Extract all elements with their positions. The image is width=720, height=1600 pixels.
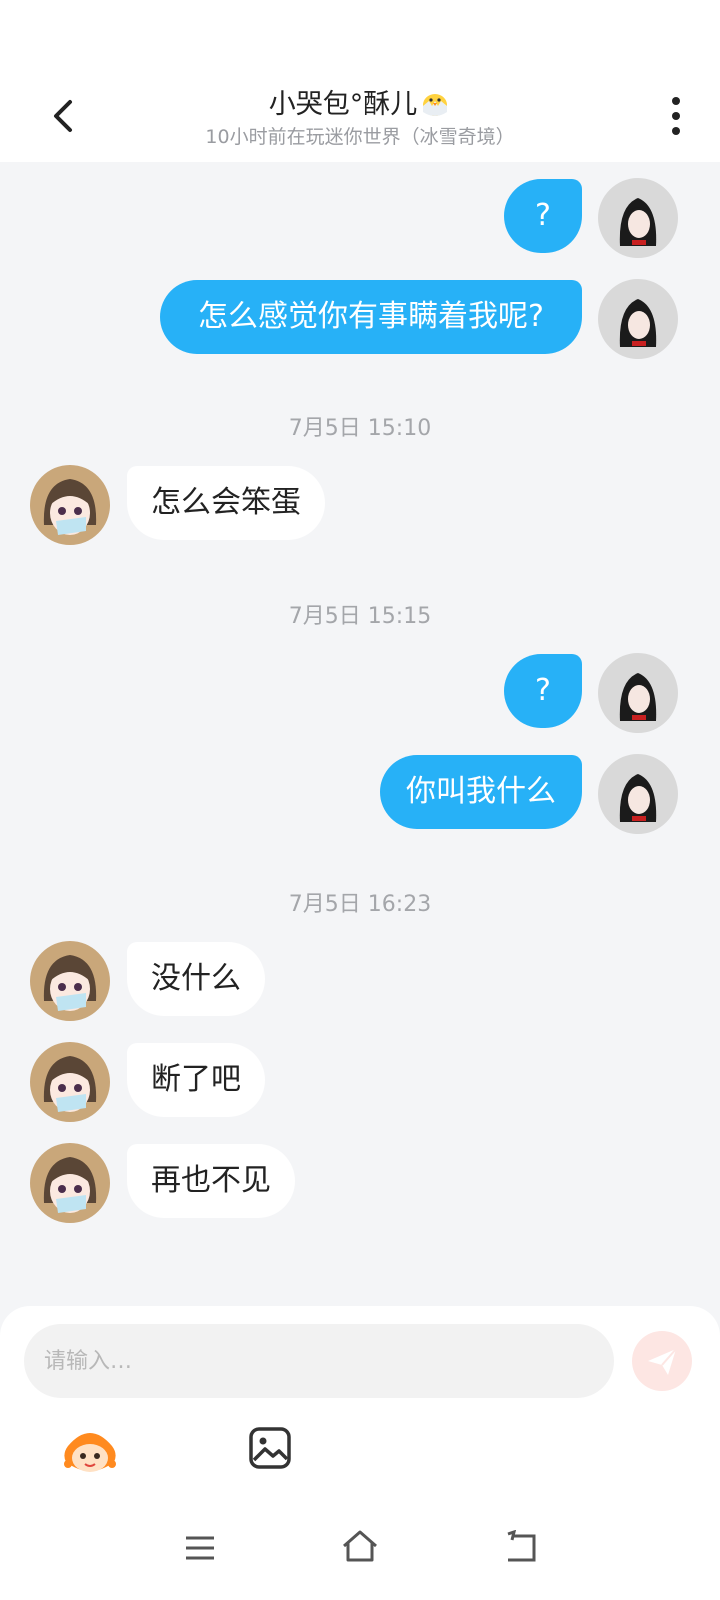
more-vertical-icon [672, 97, 680, 135]
message-list[interactable]: ? 怎么感觉你有事瞒着我呢? 7月5日 15:10 怎么会笨蛋 7月5日 15:… [0, 162, 720, 1310]
contact-avatar[interactable] [30, 465, 110, 545]
chat-status: 10小时前在玩迷你世界（冰雪奇境） [205, 126, 515, 148]
contact-avatar[interactable] [30, 941, 110, 1021]
incoming-message[interactable]: 没什么 [127, 942, 265, 1016]
message-timestamp: 7月5日 15:10 [288, 416, 432, 441]
status-bar [0, 0, 720, 72]
my-avatar[interactable] [598, 178, 678, 258]
incoming-message[interactable]: 断了吧 [127, 1043, 265, 1117]
emoji-button[interactable] [60, 1426, 120, 1478]
chat-title: 小哭包°酥儿 [0, 82, 720, 121]
more-options-button[interactable] [650, 90, 702, 142]
home-button[interactable] [340, 1528, 380, 1564]
system-navigation-bar [0, 1510, 720, 1600]
home-icon [343, 1530, 377, 1562]
system-back-button[interactable] [504, 1529, 538, 1564]
my-avatar[interactable] [598, 653, 678, 733]
menu-icon [186, 1536, 214, 1560]
message-input[interactable] [24, 1324, 614, 1398]
incoming-message[interactable]: 怎么会笨蛋 [127, 466, 325, 540]
mascot-emoji-icon [64, 1433, 116, 1472]
outgoing-message[interactable]: 你叫我什么 [380, 755, 582, 829]
message-timestamp: 7月5日 15:15 [288, 604, 432, 629]
contact-avatar[interactable] [30, 1042, 110, 1122]
send-plane-icon [648, 1348, 677, 1375]
send-button[interactable] [632, 1331, 692, 1391]
my-avatar[interactable] [598, 279, 678, 359]
incoming-message[interactable]: 再也不见 [127, 1144, 295, 1218]
back-icon [507, 1529, 536, 1562]
outgoing-message[interactable]: ? [504, 179, 582, 253]
message-timestamp: 7月5日 16:23 [288, 892, 432, 917]
image-picker-button[interactable] [248, 1426, 292, 1470]
outgoing-message[interactable]: ? [504, 654, 582, 728]
recent-apps-button[interactable] [184, 1534, 216, 1562]
chat-header: 小哭包°酥儿 10小时前在玩迷你世界（冰雪奇境） [0, 72, 720, 162]
image-icon [249, 1427, 291, 1469]
contact-name: 小哭包°酥儿 [268, 89, 418, 120]
my-avatar[interactable] [598, 754, 678, 834]
outgoing-message[interactable]: 怎么感觉你有事瞒着我呢? [160, 280, 582, 354]
contact-avatar[interactable] [30, 1143, 110, 1223]
chick-emoji-icon [419, 88, 451, 118]
